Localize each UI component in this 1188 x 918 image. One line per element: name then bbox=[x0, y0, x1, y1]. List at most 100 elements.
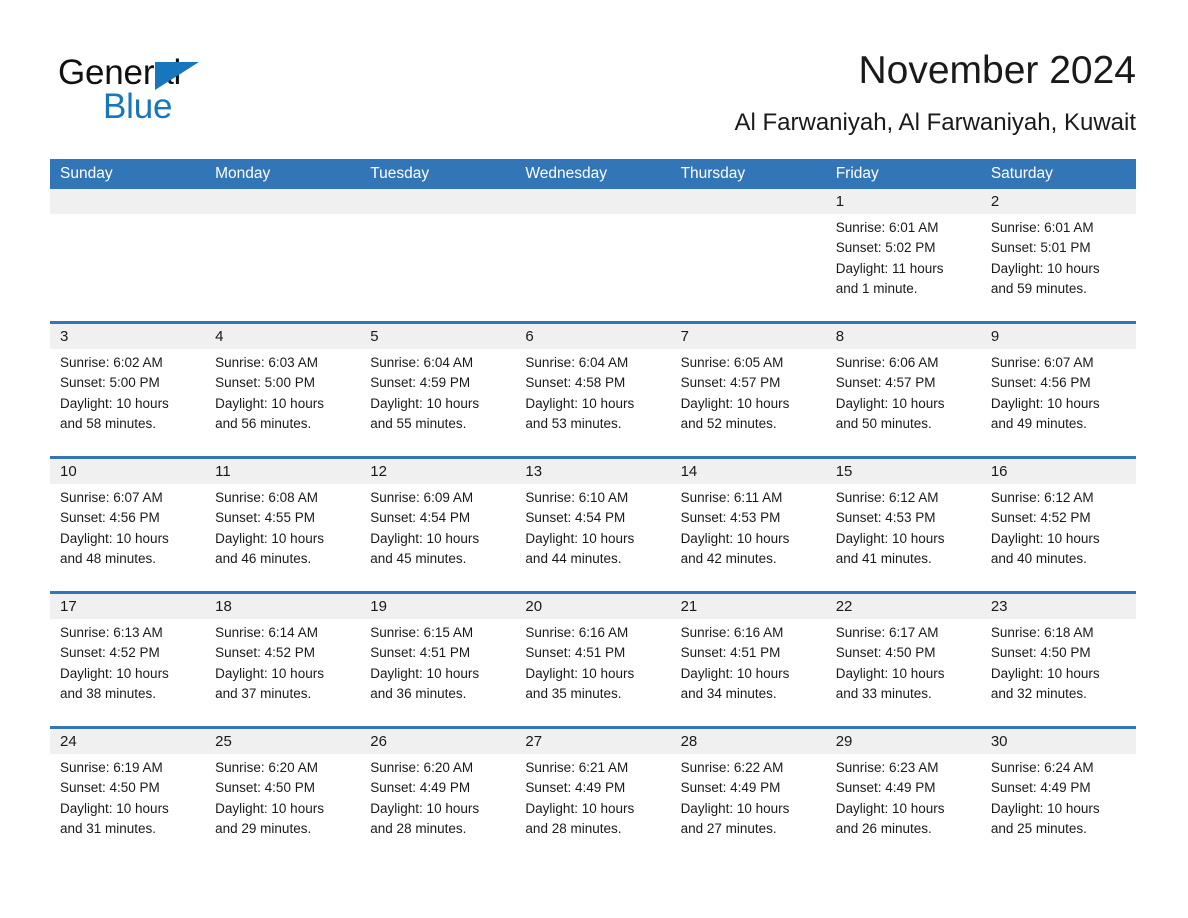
daylight-text-line2: and 34 minutes. bbox=[680, 685, 777, 701]
daylight-text-line1: Daylight: 10 hours bbox=[680, 800, 790, 816]
sunset-text: Sunset: 4:51 PM bbox=[680, 645, 781, 661]
sunrise-text: Sunrise: 6:09 AM bbox=[370, 490, 474, 505]
day-cell-16[interactable]: Sunrise: 6:12 AM Sunset: 4:52 PM Daylight:… bbox=[981, 459, 1136, 591]
daylight-text-line2: and 41 minutes. bbox=[835, 550, 932, 566]
daylight-text-line1: Daylight: 10 hours bbox=[835, 800, 945, 816]
day-cell-25[interactable]: Sunrise: 6:20 AM Sunset: 4:50 PM Daylight:… bbox=[205, 729, 360, 861]
day-cell-6[interactable]: Sunrise: 6:04 AM Sunset: 4:58 PM Daylight:… bbox=[515, 324, 670, 456]
day-cell-3[interactable]: Sunrise: 6:02 AM Sunset: 5:00 PM Daylight:… bbox=[50, 324, 205, 456]
day-cell-4[interactable]: Sunrise: 6:03 AM Sunset: 5:00 PM Daylight:… bbox=[205, 324, 360, 456]
day-cell-30[interactable]: Sunrise: 6:24 AM Sunset: 4:49 PM Daylight:… bbox=[981, 729, 1136, 861]
day-details: Sunrise: 6:05 AM Sunset: 4:57 PM Daylight:… bbox=[681, 353, 820, 434]
sunrise-text: Sunrise: 6:24 AM bbox=[990, 760, 1094, 775]
sunset-text: Sunset: 5:01 PM bbox=[990, 240, 1091, 256]
day-details: Sunrise: 6:12 AM Sunset: 4:52 PM Daylight:… bbox=[991, 488, 1130, 569]
day-details: Sunrise: 6:19 AM Sunset: 4:50 PM Daylight:… bbox=[60, 758, 199, 839]
sunrise-text: Sunrise: 6:10 AM bbox=[525, 490, 629, 505]
weekday-header-tuesday: Tuesday bbox=[370, 165, 430, 182]
daylight-text-line2: and 50 minutes. bbox=[835, 415, 932, 431]
calendar-weeks: 1 2 Sunrise: 6:01 AM Sunset: 5:02 PM Dayligh… bbox=[50, 189, 1136, 861]
day-cell-12[interactable]: Sunrise: 6:09 AM Sunset: 4:54 PM Daylight:… bbox=[360, 459, 515, 591]
daylight-text-line1: Daylight: 10 hours bbox=[835, 530, 945, 546]
sunrise-text: Sunrise: 6:17 AM bbox=[835, 625, 939, 640]
day-cell-20[interactable]: Sunrise: 6:16 AM Sunset: 4:51 PM Daylight:… bbox=[515, 594, 670, 726]
day-cell-14[interactable]: Sunrise: 6:11 AM Sunset: 4:53 PM Daylight:… bbox=[671, 459, 826, 591]
day-cell-27[interactable]: Sunrise: 6:21 AM Sunset: 4:49 PM Daylight:… bbox=[515, 729, 670, 861]
day-details: Sunrise: 6:23 AM Sunset: 4:49 PM Daylight:… bbox=[836, 758, 975, 839]
sunrise-text: Sunrise: 6:19 AM bbox=[60, 760, 163, 775]
day-cell-28[interactable]: Sunrise: 6:22 AM Sunset: 4:49 PM Daylight:… bbox=[671, 729, 826, 861]
day-cell-1[interactable]: Sunrise: 6:01 AM Sunset: 5:02 PM Daylight:… bbox=[826, 189, 981, 321]
sunset-text: Sunset: 4:50 PM bbox=[990, 645, 1091, 661]
day-details: Sunrise: 6:03 AM Sunset: 5:00 PM Daylight:… bbox=[215, 353, 354, 434]
day-cell-2[interactable]: Sunrise: 6:01 AM Sunset: 5:01 PM Daylight:… bbox=[981, 189, 1136, 321]
day-cell-8[interactable]: Sunrise: 6:06 AM Sunset: 4:57 PM Daylight:… bbox=[826, 324, 981, 456]
calendar-week-cells: Sunrise: 6:07 AM Sunset: 4:56 PM Daylight:… bbox=[50, 459, 1136, 591]
daylight-text-line1: Daylight: 10 hours bbox=[990, 260, 1100, 276]
daylight-text-line2: and 40 minutes. bbox=[990, 550, 1087, 566]
daylight-text-line2: and 28 minutes. bbox=[370, 820, 467, 836]
daylight-text-line1: Daylight: 10 hours bbox=[525, 800, 635, 816]
day-details: Sunrise: 6:20 AM Sunset: 4:50 PM Daylight:… bbox=[215, 758, 354, 839]
calendar-week-cells: Sunrise: 6:02 AM Sunset: 5:00 PM Daylight:… bbox=[50, 324, 1136, 456]
sunset-text: Sunset: 4:55 PM bbox=[215, 510, 315, 526]
calendar-week-cells: Sunrise: 6:19 AM Sunset: 4:50 PM Daylight:… bbox=[50, 729, 1136, 861]
sunset-text: Sunset: 4:52 PM bbox=[215, 645, 315, 661]
day-cell-5[interactable]: Sunrise: 6:04 AM Sunset: 4:59 PM Daylight:… bbox=[360, 324, 515, 456]
daylight-text-line1: Daylight: 10 hours bbox=[215, 800, 324, 816]
daylight-text-line2: and 44 minutes. bbox=[525, 550, 622, 566]
day-cell-7[interactable]: Sunrise: 6:05 AM Sunset: 4:57 PM Daylight:… bbox=[671, 324, 826, 456]
day-cell-15[interactable]: Sunrise: 6:12 AM Sunset: 4:53 PM Daylight:… bbox=[826, 459, 981, 591]
sunset-text: Sunset: 4:58 PM bbox=[525, 375, 626, 391]
page-title: November 2024 bbox=[858, 49, 1137, 92]
day-cell-26[interactable]: Sunrise: 6:20 AM Sunset: 4:49 PM Daylight:… bbox=[360, 729, 515, 861]
day-details: Sunrise: 6:11 AM Sunset: 4:53 PM Daylight:… bbox=[681, 488, 820, 569]
sunset-text: Sunset: 4:57 PM bbox=[835, 375, 936, 391]
daylight-text-line2: and 55 minutes. bbox=[370, 415, 467, 431]
day-cell-10[interactable]: Sunrise: 6:07 AM Sunset: 4:56 PM Daylight:… bbox=[50, 459, 205, 591]
sunrise-text: Sunrise: 6:21 AM bbox=[525, 760, 629, 775]
sunset-text: Sunset: 5:02 PM bbox=[835, 240, 936, 256]
day-cell-23[interactable]: Sunrise: 6:18 AM Sunset: 4:50 PM Daylight:… bbox=[981, 594, 1136, 726]
calendar-week-row: 3 4 5 6 7 8 9 Sunrise: 6:02 AM Sunset: 5:00 PM Da… bbox=[50, 321, 1136, 456]
sunrise-text: Sunrise: 6:06 AM bbox=[835, 355, 939, 370]
day-cell-9[interactable]: Sunrise: 6:07 AM Sunset: 4:56 PM Daylight:… bbox=[981, 324, 1136, 456]
sunrise-text: Sunrise: 6:20 AM bbox=[370, 760, 474, 775]
sunrise-text: Sunrise: 6:03 AM bbox=[215, 355, 318, 370]
daylight-text-line1: Daylight: 10 hours bbox=[525, 395, 635, 411]
daylight-text-line2: and 59 minutes. bbox=[990, 280, 1087, 296]
general-blue-logo[interactable]: General Blue bbox=[58, 54, 318, 134]
sunrise-text: Sunrise: 6:22 AM bbox=[680, 760, 784, 775]
daylight-text-line1: Daylight: 10 hours bbox=[990, 530, 1100, 546]
daylight-text-line2: and 29 minutes. bbox=[215, 820, 312, 836]
day-cell-24[interactable]: Sunrise: 6:19 AM Sunset: 4:50 PM Daylight:… bbox=[50, 729, 205, 861]
day-cell-17[interactable]: Sunrise: 6:13 AM Sunset: 4:52 PM Daylight:… bbox=[50, 594, 205, 726]
sunrise-text: Sunrise: 6:12 AM bbox=[835, 490, 939, 505]
daylight-text-line2: and 25 minutes. bbox=[990, 820, 1087, 836]
day-details: Sunrise: 6:01 AM Sunset: 5:02 PM Daylight:… bbox=[836, 218, 975, 299]
sunset-text: Sunset: 4:50 PM bbox=[60, 780, 160, 796]
weekday-header-friday: Friday bbox=[835, 165, 879, 182]
day-cell-11[interactable]: Sunrise: 6:08 AM Sunset: 4:55 PM Daylight:… bbox=[205, 459, 360, 591]
day-cell-18[interactable]: Sunrise: 6:14 AM Sunset: 4:52 PM Daylight:… bbox=[205, 594, 360, 726]
daylight-text-line2: and 32 minutes. bbox=[990, 685, 1087, 701]
calendar-week-cells: Sunrise: 6:01 AM Sunset: 5:02 PM Daylight:… bbox=[50, 189, 1136, 321]
daylight-text-line1: Daylight: 10 hours bbox=[370, 530, 480, 546]
sunset-text: Sunset: 4:52 PM bbox=[60, 645, 160, 661]
day-cell-19[interactable]: Sunrise: 6:15 AM Sunset: 4:51 PM Daylight:… bbox=[360, 594, 515, 726]
calendar-week-row: 1 2 Sunrise: 6:01 AM Sunset: 5:02 PM Dayligh… bbox=[50, 189, 1136, 321]
weekday-header-thursday: Thursday bbox=[680, 165, 746, 182]
day-cell-22[interactable]: Sunrise: 6:17 AM Sunset: 4:50 PM Daylight:… bbox=[826, 594, 981, 726]
weekday-header-saturday: Saturday bbox=[990, 165, 1053, 182]
day-cell-21[interactable]: Sunrise: 6:16 AM Sunset: 4:51 PM Daylight:… bbox=[671, 594, 826, 726]
day-cell-13[interactable]: Sunrise: 6:10 AM Sunset: 4:54 PM Daylight:… bbox=[515, 459, 670, 591]
daylight-text-line1: Daylight: 10 hours bbox=[525, 530, 635, 546]
day-details: Sunrise: 6:15 AM Sunset: 4:51 PM Daylight:… bbox=[370, 623, 509, 704]
day-details: Sunrise: 6:13 AM Sunset: 4:52 PM Daylight:… bbox=[60, 623, 199, 704]
sunset-text: Sunset: 4:56 PM bbox=[990, 375, 1091, 391]
day-cell-29[interactable]: Sunrise: 6:23 AM Sunset: 4:49 PM Daylight:… bbox=[826, 729, 981, 861]
sunset-text: Sunset: 4:51 PM bbox=[370, 645, 471, 661]
day-details: Sunrise: 6:12 AM Sunset: 4:53 PM Daylight:… bbox=[836, 488, 975, 569]
day-cell-empty bbox=[50, 189, 205, 321]
daylight-text-line2: and 36 minutes. bbox=[370, 685, 467, 701]
